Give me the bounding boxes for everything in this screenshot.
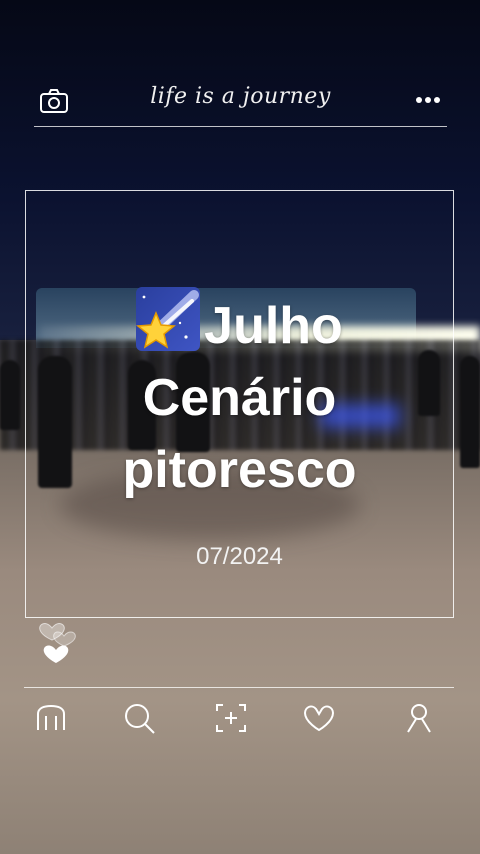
heart-filled-icon — [43, 645, 69, 663]
shooting-star-emoji — [136, 287, 201, 351]
add-frame-icon[interactable] — [214, 702, 248, 734]
search-icon[interactable] — [122, 702, 156, 734]
person-silhouette — [460, 356, 480, 468]
title-line-3: pitoresco — [122, 441, 357, 499]
title-block: Julho Cenário pitoresco — [26, 287, 453, 506]
heart-icon[interactable] — [302, 702, 336, 734]
bottom-nav — [24, 687, 454, 748]
story-frame: Julho Cenário pitoresco 07/2024 — [25, 190, 454, 618]
title-line-1: Julho — [26, 287, 453, 362]
title-line-2: Cenário — [142, 369, 337, 427]
title-month: Julho — [204, 297, 343, 355]
tagline: life is a journey — [150, 84, 331, 109]
top-bar: life is a journey — [34, 80, 447, 127]
date-label: 07/2024 — [196, 543, 283, 570]
more-dots-icon[interactable] — [415, 96, 441, 104]
person-silhouette — [0, 360, 20, 430]
profile-icon[interactable] — [402, 702, 436, 734]
heart-outline-icon — [53, 631, 76, 647]
home-icon[interactable] — [34, 702, 68, 734]
reaction-hearts[interactable] — [36, 608, 86, 668]
